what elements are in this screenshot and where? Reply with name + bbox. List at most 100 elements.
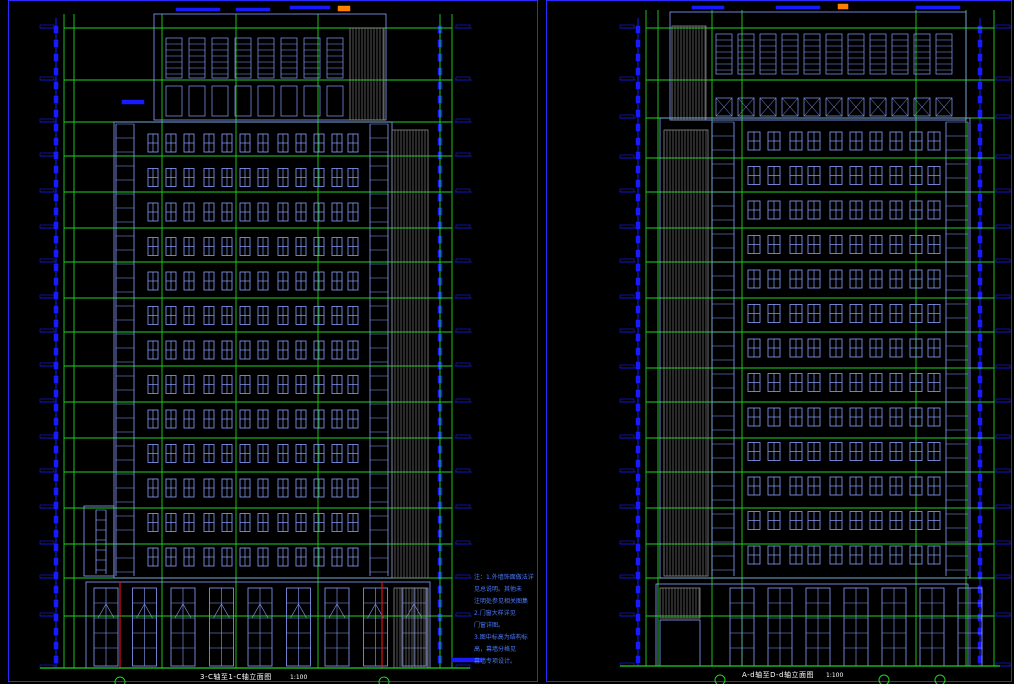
right-dim-column-right-tick <box>977 25 983 34</box>
left-level-marker-left <box>39 328 55 333</box>
left-level-marker-left <box>39 76 55 81</box>
left-dim-column-outer-tick <box>53 207 59 216</box>
left-dim-column-outer-tick <box>53 473 59 482</box>
right-dim-column-right-tick <box>977 109 983 118</box>
right-dim-column-right-tick <box>977 95 983 104</box>
right-dim-column-right-tick <box>977 417 983 426</box>
left-dim-column-outer-tick <box>53 585 59 594</box>
right-dim-column-right-tick <box>977 81 983 90</box>
left-dim-column-outer-tick <box>53 571 59 580</box>
left-level-marker-left <box>39 612 55 617</box>
right-dim-column-left-tick <box>635 543 641 552</box>
left-level-marker-right <box>455 294 471 299</box>
right-top-dim-bar <box>691 5 725 10</box>
left-dim-column-outer-tick <box>53 389 59 398</box>
left-level-marker-left <box>39 504 55 509</box>
right-dim-column-right-tick <box>977 529 983 538</box>
right-dim-column-right-tick <box>977 249 983 258</box>
right-dim-column-right-tick <box>977 375 983 384</box>
right-dim-column-left-tick <box>635 431 641 440</box>
left-level-marker-left <box>39 540 55 545</box>
right-axis-bubble <box>878 674 890 684</box>
right-dim-column-left-tick <box>635 81 641 90</box>
left-level-marker-right <box>455 398 471 403</box>
right-level-marker-left <box>619 294 635 299</box>
right-dim-column-left-tick <box>635 501 641 510</box>
right-dim-column-right-tick <box>977 543 983 552</box>
left-top-dim-bar <box>289 5 331 10</box>
right-level-marker-left <box>619 398 635 403</box>
right-dim-column-right-tick <box>977 557 983 566</box>
left-level-tag <box>121 99 145 105</box>
left-dim-column-outer-tick <box>53 417 59 426</box>
left-level-marker-right <box>455 574 471 579</box>
right-dim-column-right-tick <box>977 487 983 496</box>
right-dim-column-left-tick <box>635 389 641 398</box>
right-dim-column-left-tick <box>635 459 641 468</box>
note-line: 高，幕墙分格见 <box>474 646 517 653</box>
right-level-marker-left <box>619 468 635 473</box>
right-dim-column-left-tick <box>635 263 641 272</box>
left-level-marker-right <box>455 540 471 545</box>
left-level-marker-left <box>39 24 55 29</box>
left-level-marker-right <box>455 258 471 263</box>
right-dim-column-left-tick <box>635 403 641 412</box>
right-dim-column-left-tick <box>635 557 641 566</box>
right-dim-column-left-tick <box>635 291 641 300</box>
left-top-dim-bar <box>235 7 271 12</box>
right-dim-column-left-tick <box>635 305 641 314</box>
right-level-marker-right <box>995 434 1011 439</box>
right-dim-column-left-tick <box>635 599 641 608</box>
right-level-marker-left <box>619 574 635 579</box>
right-dim-column-right-tick <box>977 655 983 664</box>
note-line: 见总说明。其他未 <box>474 586 523 593</box>
left-dim-column-outer-tick <box>53 529 59 538</box>
right-dim-column-right-tick <box>977 53 983 62</box>
right-dim-column-right-tick <box>977 333 983 342</box>
left-axis-bubble <box>378 676 390 684</box>
right-level-marker-left <box>619 504 635 509</box>
right-level-marker-left <box>619 328 635 333</box>
left-level-marker-right <box>455 328 471 333</box>
left-dim-column-outer-tick <box>53 263 59 272</box>
right-elevation-caption: A-d轴至D-d轴立面图 <box>742 671 814 679</box>
left-level-marker-left <box>39 362 55 367</box>
left-level-marker-left <box>39 188 55 193</box>
left-dim-column-outer-tick <box>53 39 59 48</box>
left-level-marker-left <box>39 294 55 299</box>
right-level-marker-left <box>619 114 635 119</box>
left-roof-window <box>257 85 275 117</box>
right-dim-column-left-tick <box>635 123 641 132</box>
right-dim-column-left-tick <box>635 529 641 538</box>
left-roof-window <box>211 85 229 117</box>
left-dim-column-outer-tick <box>53 627 59 636</box>
cad-drawing-sheet: 3-C轴至1-C轴立面图 1:100 A-d轴至D-d轴立面图 1:100 注：… <box>0 0 1014 684</box>
right-dim-column-left-tick <box>635 515 641 524</box>
left-dim-column-outer-tick <box>53 81 59 90</box>
left-level-marker-left <box>39 398 55 403</box>
left-dim-column-outer-tick <box>53 347 59 356</box>
left-dim-column-outer-tick <box>53 179 59 188</box>
right-top-dim-bar <box>915 5 961 10</box>
right-dim-column-right-tick <box>977 123 983 132</box>
right-dim-column-right-tick <box>977 263 983 272</box>
right-elevation-scale: 1:100 <box>826 672 844 679</box>
left-level-marker-right <box>455 188 471 193</box>
right-dim-column-right-tick <box>977 235 983 244</box>
right-level-marker-right <box>995 328 1011 333</box>
right-level-marker-left <box>619 76 635 81</box>
right-dim-column-left-tick <box>635 585 641 594</box>
left-dim-column-outer-tick <box>53 431 59 440</box>
left-dim-column-outer-tick <box>53 543 59 552</box>
right-dim-column-left-tick <box>635 235 641 244</box>
right-dim-column-right-tick <box>977 207 983 216</box>
left-axis-bubble <box>114 676 126 684</box>
right-dim-column-left-tick <box>635 165 641 174</box>
right-level-marker-right <box>995 76 1011 81</box>
left-elevation-caption: 3-C轴至1-C轴立面图 <box>200 673 272 681</box>
left-dim-column-outer-tick <box>53 193 59 202</box>
right-axis-bubble <box>714 674 726 684</box>
right-dim-column-right-tick <box>977 137 983 146</box>
left-level-marker-right <box>455 118 471 123</box>
right-dim-column-left-tick <box>635 137 641 146</box>
